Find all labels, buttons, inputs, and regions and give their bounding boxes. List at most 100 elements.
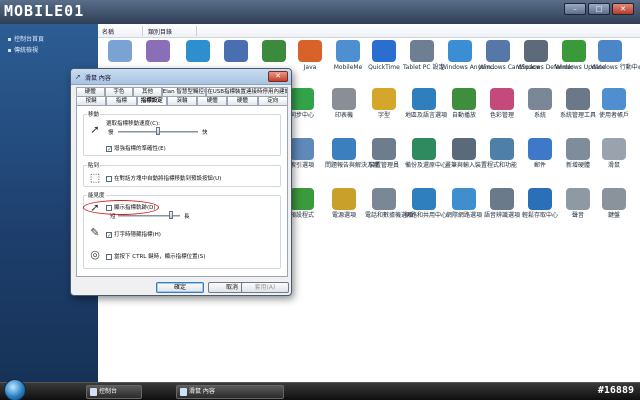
- close-button[interactable]: ✕: [612, 3, 634, 15]
- control-panel-icon: [90, 388, 97, 396]
- tab-row2-6[interactable]: 定向: [257, 96, 288, 105]
- admin-icon: [566, 88, 590, 110]
- ok-button[interactable]: 確定: [156, 282, 204, 293]
- cp-item-font-icon[interactable]: 字型: [365, 88, 403, 119]
- backup-icon: [412, 138, 436, 160]
- cp-item-ie-icon[interactable]: 網際網路選項: [445, 188, 483, 219]
- ie-icon: [452, 188, 476, 210]
- cp-item-mouse-icon[interactable]: 滑鼠: [595, 138, 633, 169]
- start-button[interactable]: [4, 379, 26, 400]
- mouse-properties-dialog: ➚ 滑鼠 內容 ✕ 硬體 字色 其他 Elan 智慧型觸控板 在USB指標裝置連接時停用…: [70, 68, 292, 296]
- column-name[interactable]: 名稱: [102, 27, 114, 36]
- cp-item-speech-icon[interactable]: 語音辨識選項: [483, 188, 521, 219]
- speed-slider-thumb[interactable]: [156, 127, 160, 135]
- apply-button[interactable]: 套用(A): [241, 282, 289, 293]
- cp-item-device-icon[interactable]: 裝置管理員: [365, 138, 403, 169]
- speech-icon: [490, 188, 514, 210]
- cp-item-cardspace-icon[interactable]: Windows CardSpace: [479, 40, 540, 71]
- cp-item-tools-icon[interactable]: [101, 40, 139, 64]
- cp-item-admin-icon[interactable]: 系統管理工具: [559, 88, 597, 119]
- cp-item-defender-icon[interactable]: Windows Defender: [517, 40, 574, 71]
- cp-item-mobileme-icon[interactable]: MobileMe: [329, 40, 367, 71]
- hide-typing-checkbox[interactable]: ✓: [106, 231, 112, 238]
- control-panel-home-link[interactable]: 控制台首頁: [8, 34, 44, 43]
- cp-item-game-icon[interactable]: [139, 40, 177, 64]
- cp-item-network-icon[interactable]: 網路和共用中心: [405, 188, 447, 219]
- cp-item-label: Tablet PC 設定: [403, 64, 445, 71]
- cardspace-icon: [486, 40, 510, 62]
- mouse-icon: [180, 388, 187, 396]
- cp-item-label: 電源選項: [331, 212, 356, 219]
- ctrl-locate-checkbox[interactable]: [106, 253, 112, 260]
- taskbar-mouse-properties[interactable]: 滑鼠 內容: [176, 385, 284, 399]
- cp-item-problem-icon[interactable]: 問題報告與解決方案: [325, 138, 380, 169]
- cp-item-autoplay-icon[interactable]: 自動播放: [445, 88, 483, 119]
- motion-pointer-icon: ➚: [90, 123, 100, 136]
- cp-item-mail-icon[interactable]: 郵件: [521, 138, 559, 169]
- java-icon: [298, 40, 322, 62]
- ctrl-locate-icon: ◎: [90, 248, 100, 261]
- hide-typing-checkbox-row[interactable]: ✓ 打字時隱藏指標(H): [106, 230, 161, 238]
- cp-item-label: 電話和數據機選項: [365, 212, 414, 219]
- cp-item-quicktime-icon[interactable]: QuickTime: [365, 40, 403, 71]
- precision-checkbox-row[interactable]: ✓ 增強指標的準確性(E): [106, 144, 166, 152]
- cp-item-label: 聲音: [571, 212, 584, 219]
- tab-row2-1[interactable]: 指標: [106, 96, 137, 105]
- tab-row2-5[interactable]: 硬體: [227, 96, 258, 105]
- phone-icon: [372, 188, 396, 210]
- tab-row1-3[interactable]: Elan 智慧型觸控板: [161, 87, 207, 96]
- system-icon: [528, 88, 552, 110]
- ctrl-locate-checkbox-row[interactable]: 當按下 CTRL 鍵時，顯示指標位置(S): [106, 252, 205, 260]
- column-category[interactable]: 類別目錄: [148, 27, 172, 36]
- tab-row2-4[interactable]: 硬體: [197, 96, 228, 105]
- precision-checkbox[interactable]: ✓: [106, 145, 112, 152]
- cp-item-windows-icon[interactable]: Windows Anytim...: [441, 40, 497, 71]
- tab-row1-1[interactable]: 字色: [104, 87, 134, 96]
- tab-row1-4[interactable]: 在USB指標裝置連接時停用內建的指標裝置: [206, 87, 288, 96]
- cp-item-backup-icon[interactable]: 備份及還原中心: [405, 138, 447, 169]
- pointer-options-panel: 移動 ➚ 選取指標移動速度(C): 慢 快 ✓ 增強指標的準確性(E) 貼到 ⬚ …: [76, 105, 288, 277]
- cp-item-update-icon[interactable]: Windows Update: [555, 40, 605, 71]
- cp-item-color-icon[interactable]: 色彩管理: [483, 88, 521, 119]
- cp-item-display-icon[interactable]: [217, 40, 255, 64]
- tab-row2-3[interactable]: 滾輪: [166, 96, 198, 105]
- defender-icon: [524, 40, 548, 62]
- dialog-close-button[interactable]: ✕: [268, 71, 288, 82]
- printer-icon: [332, 88, 356, 110]
- bullet-icon: [8, 49, 11, 52]
- taskbar-control-panel[interactable]: 控制台: [86, 385, 142, 399]
- cp-item-ease-icon[interactable]: 輕鬆存取中心: [521, 188, 559, 219]
- cp-item-tablet-icon[interactable]: Tablet PC 設定: [403, 40, 445, 71]
- tab-row1-0[interactable]: 硬體: [76, 87, 105, 96]
- cp-item-java-icon[interactable]: Java: [291, 40, 329, 71]
- minimize-button[interactable]: –: [564, 3, 586, 15]
- cp-item-label: 語音辨識選項: [483, 212, 520, 219]
- cp-item-region-icon[interactable]: 地區及語言選項: [405, 88, 447, 119]
- tab-row2-2[interactable]: 指標設定: [136, 96, 167, 105]
- ease-icon: [528, 188, 552, 210]
- cp-item-pen-icon[interactable]: 畫筆與輸入裝置: [445, 138, 487, 169]
- tab-row1-2[interactable]: 其他: [133, 87, 162, 96]
- snap-checkbox[interactable]: [106, 175, 112, 182]
- cp-item-users-icon[interactable]: 使用者帳戶: [595, 88, 633, 119]
- cp-item-mobility-icon[interactable]: Windows 行動中心: [591, 40, 640, 71]
- cp-item-power-icon[interactable]: 電源選項: [325, 188, 363, 219]
- cp-item-printer-icon[interactable]: 印表機: [325, 88, 363, 119]
- cp-item-sound-icon[interactable]: 聲音: [559, 188, 597, 219]
- tab-row2-0[interactable]: 按鍵: [76, 96, 107, 105]
- maximize-button[interactable]: □: [588, 3, 610, 15]
- classic-view-link[interactable]: 傳統檢視: [8, 45, 38, 54]
- cp-item-globe-icon[interactable]: [255, 40, 293, 64]
- cp-item-wifi-icon[interactable]: [179, 40, 217, 64]
- cp-item-label: 滑鼠: [607, 162, 620, 169]
- cp-item-label: 問題報告與解決方案: [325, 162, 380, 169]
- cp-item-system-icon[interactable]: 系統: [521, 88, 559, 119]
- slow-label: 慢: [108, 130, 114, 136]
- programs-icon: [490, 138, 514, 160]
- snap-checkbox-row[interactable]: 在對話方塊中自動將指標移動到預設按鈕(U): [106, 174, 221, 182]
- cp-item-programs-icon[interactable]: 程式和功能: [483, 138, 521, 169]
- cp-item-hardware-icon[interactable]: 新增硬體: [559, 138, 597, 169]
- trail-slider-thumb[interactable]: [168, 211, 173, 219]
- cp-item-phone-icon[interactable]: 電話和數據機選項: [365, 188, 414, 219]
- cp-item-keyboard-icon[interactable]: 鍵盤: [595, 188, 633, 219]
